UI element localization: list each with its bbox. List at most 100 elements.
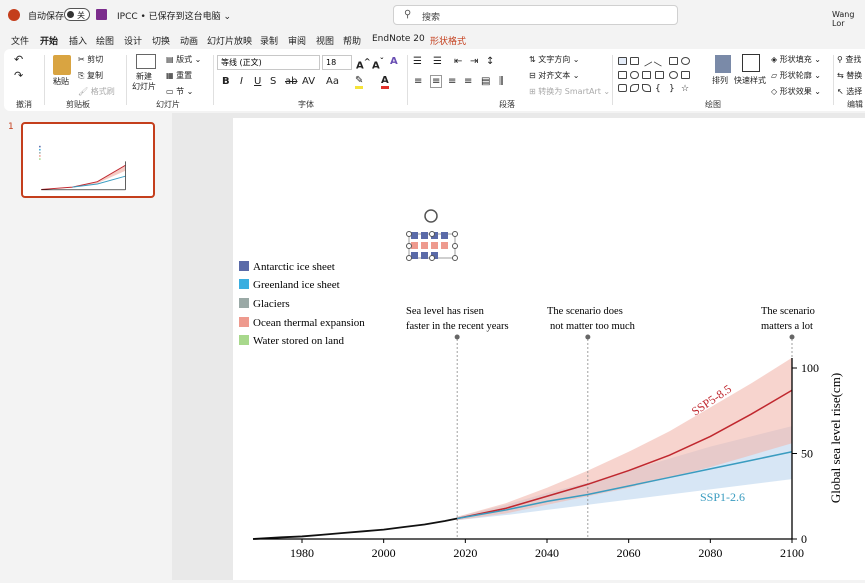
shape-effects-button[interactable]: ◇ 形状效果 ⌄ [771, 86, 821, 97]
shape-square-icon[interactable] [669, 57, 678, 65]
shape-arrow-icon[interactable] [681, 71, 690, 79]
decrease-indent-icon[interactable]: ⇤ [454, 56, 462, 67]
underline-icon[interactable]: U [254, 76, 261, 87]
resize-handle[interactable] [406, 255, 412, 261]
resize-handle[interactable] [429, 231, 435, 237]
menu-design[interactable]: 设计 [124, 34, 142, 47]
shape-line-icon[interactable] [640, 55, 653, 67]
paste-icon[interactable] [53, 55, 71, 75]
shape-textbox-icon[interactable] [618, 57, 627, 65]
menu-file[interactable]: 文件 [11, 34, 29, 47]
shape-star-icon[interactable] [618, 84, 627, 92]
shape-heart-icon[interactable] [669, 71, 678, 79]
new-slide-button[interactable]: 新建 幻灯片 [132, 72, 156, 92]
document-title[interactable]: IPCC • 已保存到这台电脑 ⌄ [117, 9, 231, 22]
shape-line2-icon[interactable] [653, 55, 666, 67]
section-button[interactable]: ▭ 节 ⌄ [166, 86, 193, 97]
save-icon[interactable] [96, 9, 107, 20]
resize-handle[interactable] [406, 243, 412, 249]
align-left-icon[interactable]: ≡ [414, 76, 422, 87]
clear-format-icon[interactable]: A [390, 56, 398, 67]
search-box[interactable]: ⚲ 搜索 [393, 5, 678, 25]
grow-font-icon[interactable]: A^ [356, 56, 371, 71]
arrange-button[interactable]: 排列 [712, 75, 728, 86]
undo-icon[interactable]: ↶ [14, 53, 23, 66]
menu-endnote[interactable]: EndNote 20 [372, 34, 425, 44]
shape-rounded-icon[interactable] [630, 71, 639, 79]
quick-styles-button[interactable]: 快速样式 [734, 75, 766, 86]
rotate-handle-icon[interactable] [424, 209, 438, 223]
menu-view[interactable]: 视图 [316, 34, 334, 47]
resize-handle[interactable] [406, 231, 412, 237]
shrink-font-icon[interactable]: Aˇ [372, 56, 384, 71]
shape-outline-button[interactable]: ▱ 形状轮廓 ⌄ [771, 70, 821, 81]
layout-button[interactable]: ▤ 版式 ⌄ [166, 54, 201, 65]
menu-record[interactable]: 录制 [260, 34, 278, 47]
shape-fill-button[interactable]: ◈ 形状填充 ⌄ [771, 54, 821, 65]
increase-indent-icon[interactable]: ⇥ [470, 56, 478, 67]
user-name[interactable]: Wang Lor [832, 10, 865, 28]
bold-icon[interactable]: B [222, 76, 230, 87]
font-size-field[interactable] [322, 55, 352, 70]
slide-thumbnail[interactable] [21, 122, 155, 198]
shape-elbow-icon[interactable] [655, 71, 664, 79]
menu-draw[interactable]: 绘图 [96, 34, 114, 47]
shape-connector-icon[interactable] [642, 71, 651, 79]
resize-handle[interactable] [452, 243, 458, 249]
shape-curve-icon[interactable] [630, 84, 639, 92]
redo-icon[interactable]: ↷ [14, 69, 23, 82]
paste-button[interactable]: 粘贴 [53, 76, 69, 87]
font-name-field[interactable] [217, 55, 320, 70]
align-center-icon[interactable]: ≡ [430, 75, 443, 88]
font-color-icon[interactable]: A [381, 75, 389, 89]
bullets-icon[interactable]: ☰ [413, 56, 422, 67]
numbering-icon[interactable]: ☰ [433, 56, 442, 67]
highlight-icon[interactable]: ✎ [355, 75, 364, 89]
shape-rect-icon[interactable] [630, 57, 639, 65]
copy-button[interactable]: ⎘ 复制 [78, 70, 103, 81]
shape-star2-icon[interactable]: ☆ [681, 84, 690, 94]
align-right-icon[interactable]: ≡ [448, 76, 456, 87]
quick-styles-icon[interactable] [742, 54, 760, 72]
menu-home[interactable]: 开始 [40, 34, 58, 51]
slide[interactable]: Antarctic ice sheet Greenland ice sheet … [233, 118, 865, 580]
replace-button[interactable]: ⇆ 替换 [837, 70, 862, 81]
shape-rect2-icon[interactable] [618, 71, 627, 79]
smartart-button[interactable]: ⊞ 转换为 SmartArt ⌄ [529, 86, 610, 97]
reset-button[interactable]: ▦ 重置 [166, 70, 192, 81]
resize-handle[interactable] [452, 231, 458, 237]
cut-button[interactable]: ✂ 剪切 [78, 54, 103, 65]
columns-icon[interactable]: ⫼ [499, 76, 504, 87]
menu-slideshow[interactable]: 幻灯片放映 [207, 34, 252, 47]
line-spacing-icon[interactable]: ↕ [486, 56, 494, 67]
justify-icon[interactable]: ≡ [464, 76, 472, 87]
arrange-icon[interactable] [715, 55, 731, 73]
shape-oval-icon[interactable] [681, 57, 690, 65]
shape-arc-icon[interactable] [642, 84, 651, 92]
new-slide-icon[interactable] [136, 54, 156, 69]
char-spacing-icon[interactable]: AV [302, 76, 315, 87]
autosave-toggle[interactable]: 关 [64, 8, 90, 21]
menu-insert[interactable]: 插入 [69, 34, 87, 47]
menu-transitions[interactable]: 切换 [152, 34, 170, 47]
menu-review[interactable]: 审阅 [288, 34, 306, 47]
italic-icon[interactable]: I [240, 76, 243, 87]
menu-animations[interactable]: 动画 [180, 34, 198, 47]
selected-legend-icon-group[interactable] [406, 209, 458, 261]
shape-brace-icon[interactable]: { [655, 84, 664, 94]
shadow-icon[interactable]: S [270, 76, 276, 87]
format-painter-button[interactable]: 🖌 格式刷 [78, 86, 115, 97]
strikethrough-icon[interactable]: ab [285, 76, 297, 87]
resize-handle[interactable] [429, 255, 435, 261]
menu-shape-format[interactable]: 形状格式 [430, 34, 466, 47]
find-button[interactable]: ⚲ 查找 [837, 54, 861, 65]
menu-help[interactable]: 帮助 [343, 34, 361, 47]
text-direction-button[interactable]: ⇅ 文字方向 ⌄ [529, 54, 580, 65]
select-button[interactable]: ↖ 选择 [837, 86, 862, 97]
align-text-button[interactable]: ⊟ 对齐文本 ⌄ [529, 70, 580, 81]
distributed-icon[interactable]: ▤ [481, 76, 490, 87]
annotation-marker [789, 334, 795, 340]
shape-brace2-icon[interactable]: } [669, 84, 678, 94]
change-case-icon[interactable]: Aa [326, 76, 339, 87]
resize-handle[interactable] [452, 255, 458, 261]
